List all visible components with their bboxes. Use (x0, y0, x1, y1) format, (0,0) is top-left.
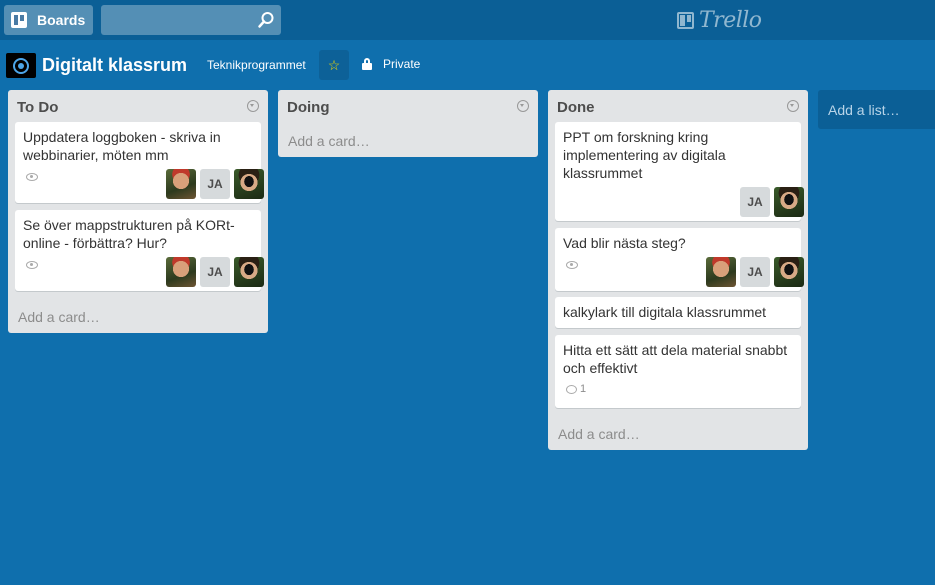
card[interactable]: Uppdatera loggboken - skriva in webbinar… (15, 122, 264, 203)
privacy-button[interactable]: Private (362, 57, 420, 71)
card[interactable]: Hitta ett sätt att dela material snabbt … (555, 335, 801, 408)
board-title[interactable]: Digitalt klassrum (42, 55, 187, 76)
member-avatar[interactable] (706, 257, 736, 287)
power-icon (13, 57, 29, 74)
star-button[interactable]: ☆ (319, 50, 349, 80)
member-avatar[interactable]: JA (740, 187, 770, 217)
card-title: PPT om forskning kring implementering av… (563, 129, 726, 181)
privacy-label: Private (383, 57, 421, 71)
member-avatar[interactable] (166, 257, 196, 287)
member-avatar[interactable] (234, 257, 264, 287)
add-card-link[interactable]: Add a card… (558, 426, 640, 442)
trello-logo[interactable]: Trello (677, 6, 762, 34)
star-icon: ☆ (327, 56, 341, 73)
trello-logo-text: Trello (699, 7, 762, 33)
boards-label: Boards (37, 12, 86, 28)
member-avatar[interactable]: JA (740, 257, 770, 287)
board-avatar[interactable] (6, 53, 36, 78)
add-card-link[interactable]: Add a card… (18, 309, 100, 325)
card[interactable]: PPT om forskning kring implementering av… (555, 122, 804, 221)
top-header: Boards Trello (0, 0, 935, 40)
card[interactable]: Vad blir nästa steg? JA (555, 228, 804, 291)
add-list-button[interactable]: Add a list… (818, 90, 935, 129)
organization-link[interactable]: Teknikprogrammet (207, 58, 306, 72)
card-title: Hitta ett sätt att dela material snabbt … (563, 342, 788, 376)
search-input[interactable] (101, 5, 281, 35)
card-title: Uppdatera loggboken - skriva in webbinar… (23, 129, 221, 163)
list-title[interactable]: Doing (287, 99, 330, 116)
comment-icon (566, 384, 577, 394)
member-avatar[interactable] (166, 169, 196, 199)
list-done: Done PPT om forskning kring implementeri… (548, 90, 808, 450)
list-doing: Doing Add a card… (278, 90, 538, 157)
list-menu-icon[interactable] (247, 100, 259, 112)
lock-icon (362, 58, 372, 70)
list-title[interactable]: Done (557, 99, 595, 116)
search-icon[interactable] (257, 11, 275, 29)
add-card-link[interactable]: Add a card… (288, 133, 370, 149)
member-avatar[interactable] (774, 187, 804, 217)
comment-badge: 1 (566, 383, 586, 395)
watch-icon (26, 173, 38, 181)
board-header: Digitalt klassrum Teknikprogrammet ☆ Pri… (0, 40, 935, 90)
watch-icon (26, 261, 38, 269)
list-title[interactable]: To Do (17, 99, 58, 116)
member-avatar[interactable] (774, 257, 804, 287)
card[interactable]: kalkylark till digitala klassrummet (555, 297, 801, 328)
card-title: kalkylark till digitala klassrummet (563, 304, 767, 320)
boards-icon (11, 12, 27, 28)
card-title: Se över mappstrukturen på KORt-online - … (23, 217, 235, 251)
card[interactable]: Se över mappstrukturen på KORt-online - … (15, 210, 264, 291)
comment-count: 1 (580, 383, 587, 395)
list-menu-icon[interactable] (787, 100, 799, 112)
list-menu-icon[interactable] (517, 100, 529, 112)
trello-logo-icon (677, 11, 694, 29)
list-to-do: To Do Uppdatera loggboken - skriva in we… (8, 90, 268, 333)
watch-icon (566, 261, 578, 269)
member-avatar[interactable]: JA (200, 257, 230, 287)
member-avatar[interactable]: JA (200, 169, 230, 199)
member-avatar[interactable] (234, 169, 264, 199)
card-title: Vad blir nästa steg? (563, 235, 686, 251)
boards-button[interactable]: Boards (4, 5, 93, 35)
